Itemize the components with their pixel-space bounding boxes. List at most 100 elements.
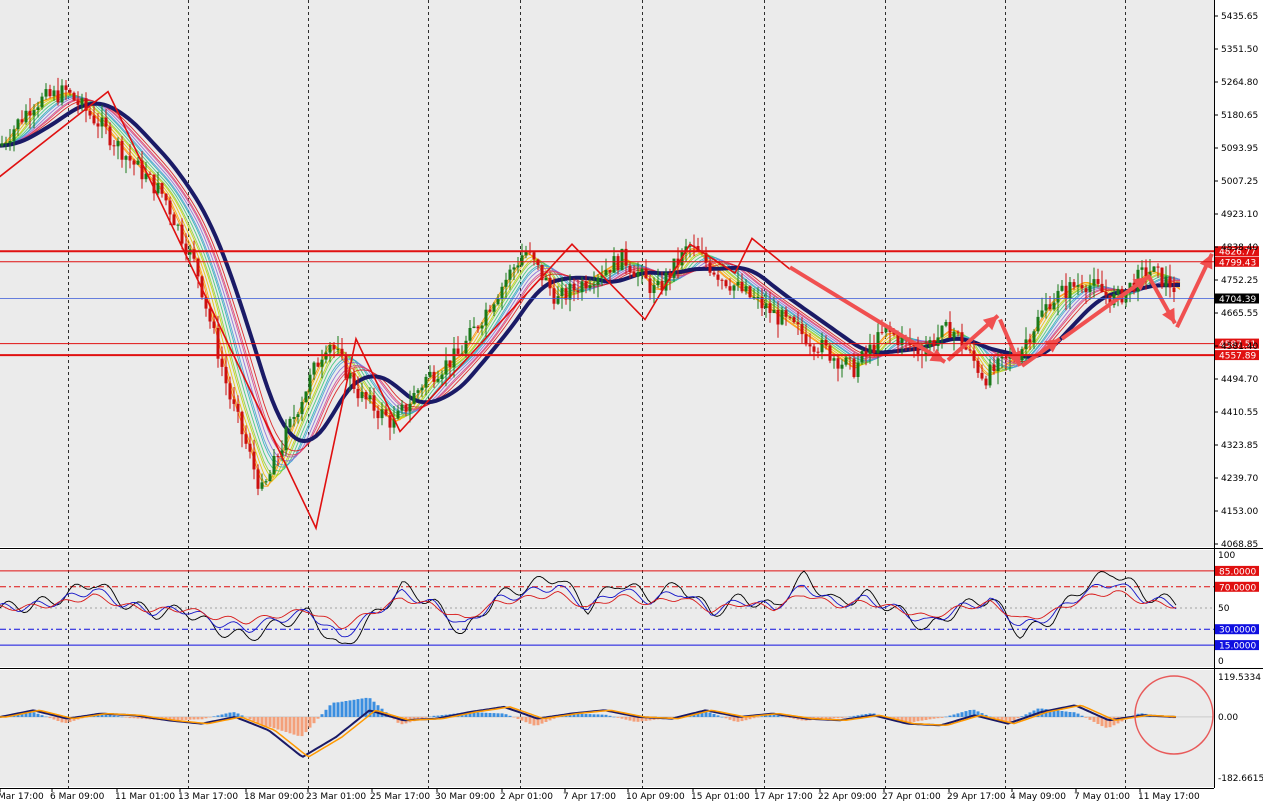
candle-body — [244, 434, 248, 444]
macd-bar — [324, 709, 328, 717]
candle-body — [60, 85, 64, 103]
candle-body — [376, 410, 380, 419]
candle-body — [248, 443, 252, 452]
candle-body — [500, 286, 504, 299]
candle-body — [12, 129, 16, 141]
price-tick-label: 5435.65 — [1221, 12, 1258, 22]
candle-body — [584, 281, 588, 289]
candle-body — [820, 340, 824, 353]
macd-bar — [920, 717, 924, 721]
macd-bar — [1008, 717, 1012, 722]
candle-body — [452, 348, 456, 368]
macd-bar — [348, 700, 352, 717]
macd-bar — [624, 717, 628, 720]
candle-body — [92, 115, 96, 124]
macd-bar — [120, 716, 124, 718]
macd-bar — [228, 712, 232, 717]
price-tick-label: 4665.55 — [1221, 309, 1258, 319]
candle-body — [996, 358, 1000, 371]
candle-body — [588, 285, 592, 289]
candle-body — [300, 402, 304, 415]
macd-bar — [304, 717, 308, 733]
candle-body — [824, 340, 828, 346]
candle-body — [344, 354, 348, 379]
macd-bar — [436, 715, 440, 717]
macd-bar — [524, 717, 528, 723]
candle-body — [332, 345, 336, 350]
time-tick-label: 22 Apr 09:00 — [818, 792, 877, 802]
macd-bar — [432, 715, 436, 717]
candle-body — [596, 277, 600, 285]
time-tick-label: 30 Mar 09:00 — [435, 792, 495, 802]
candle-body — [784, 310, 788, 317]
macd-bar — [252, 717, 256, 722]
candle-body — [712, 272, 716, 275]
candle-body — [828, 345, 832, 361]
macd-bar — [224, 713, 228, 717]
macd-bar — [308, 717, 312, 728]
candle-body — [32, 110, 36, 116]
candle-body — [368, 395, 372, 400]
candle-body — [224, 367, 228, 384]
candle-body — [372, 395, 376, 411]
macd-bar — [948, 715, 952, 717]
macd-bar — [344, 701, 348, 717]
candle-body — [488, 309, 492, 312]
time-tick-label: 11 Mar 01:00 — [115, 792, 175, 802]
candle-body — [364, 392, 368, 400]
price-tick-label: 4410.55 — [1221, 408, 1258, 418]
candle-body — [136, 160, 140, 165]
candle-body — [1104, 292, 1108, 296]
candle-body — [336, 348, 340, 350]
macd-bar — [40, 715, 44, 717]
candle-body — [296, 414, 300, 417]
candle-body — [360, 392, 364, 399]
candle-body — [340, 348, 344, 355]
macd-bar — [528, 717, 532, 724]
macd-bar — [924, 717, 928, 720]
macd-bar — [956, 713, 960, 717]
candle-body — [20, 119, 24, 123]
macd-bar — [724, 717, 728, 719]
candle-body — [880, 332, 884, 334]
candle-body — [148, 173, 152, 175]
macd-bar — [960, 712, 964, 717]
macd-bar — [1076, 713, 1080, 717]
macd-bar — [116, 716, 120, 717]
candle-body — [52, 90, 56, 97]
candle-body — [0, 143, 4, 146]
candle-body — [992, 364, 996, 371]
macd-bar — [352, 699, 356, 717]
macd-bar — [604, 714, 608, 717]
macd-bar — [1096, 717, 1100, 724]
macd-bar — [584, 714, 588, 717]
candle-body — [44, 89, 48, 97]
macd-bar — [372, 701, 376, 717]
candle-body — [732, 285, 736, 291]
candle-body — [816, 351, 820, 353]
candle-body — [1080, 285, 1084, 289]
candle-body — [512, 267, 516, 270]
candle-body — [568, 283, 572, 300]
candle-body — [796, 322, 800, 325]
time-tick-label: 6 Mar 09:00 — [50, 792, 105, 802]
price-tick-label: 5264.80 — [1221, 78, 1258, 88]
macd-bar — [780, 716, 784, 717]
candle-body — [408, 403, 412, 412]
macd-bar — [756, 717, 760, 718]
candle-body — [168, 200, 172, 215]
time-tick-label: 10 Apr 09:00 — [626, 792, 685, 802]
candle-body — [128, 156, 132, 161]
candle-body — [1040, 310, 1044, 317]
candle-body — [448, 360, 452, 368]
level-label-3: 4557.89 — [1219, 352, 1256, 362]
price-tick-label: 4323.85 — [1221, 441, 1258, 451]
macd-bar — [188, 717, 192, 720]
candle-body — [424, 376, 428, 388]
macd-bar — [844, 717, 848, 718]
macd-bar — [832, 717, 836, 719]
osc-tick-label: 50 — [1218, 604, 1230, 614]
candle-body — [956, 331, 960, 333]
macd-bar — [708, 712, 712, 717]
candle-body — [292, 417, 296, 419]
